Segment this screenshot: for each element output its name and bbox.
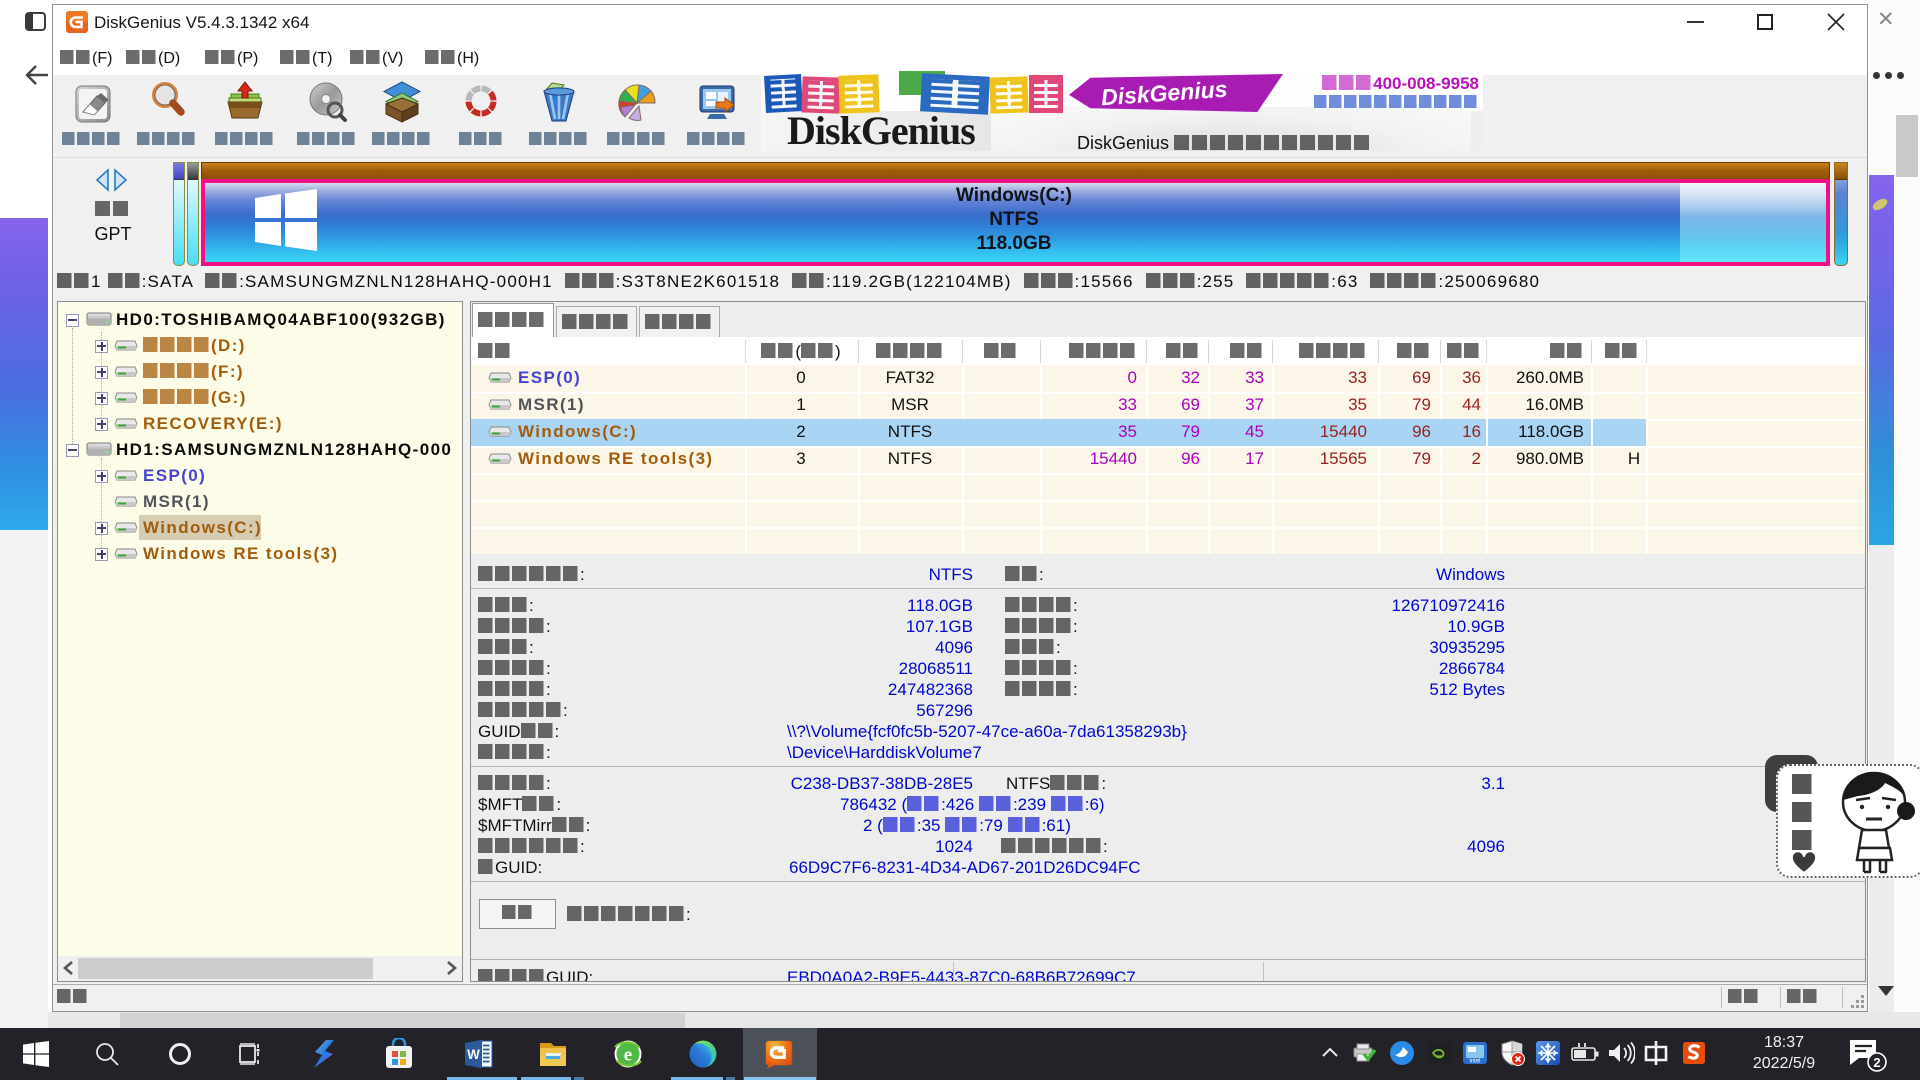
svg-text:2: 2	[1873, 1055, 1880, 1070]
svg-text:intel: intel	[1469, 1059, 1480, 1065]
svg-text:W: W	[467, 1047, 480, 1062]
svg-text:e: e	[624, 1045, 632, 1066]
